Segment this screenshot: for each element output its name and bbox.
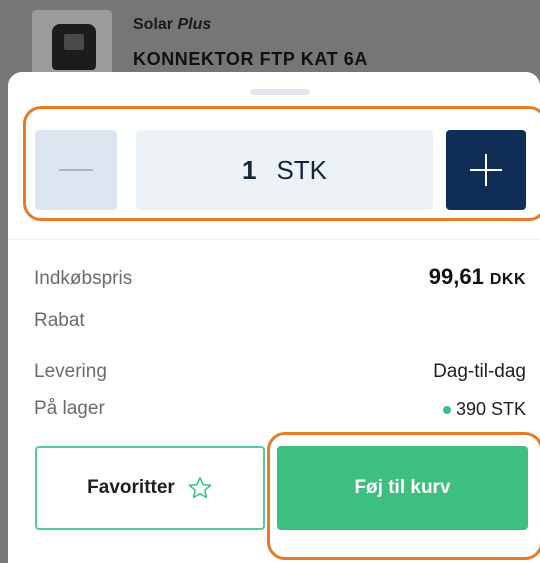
plus-icon (470, 154, 502, 186)
stock-status: 390 STK (442, 399, 526, 420)
brand-name: Solar (133, 16, 174, 33)
connector-image-icon (52, 24, 96, 70)
add-to-cart-label: Føj til kurv (354, 477, 451, 498)
purchase-price-currency: DKK (489, 271, 526, 288)
product-name: KONNEKTOR FTP KAT 6A (133, 49, 369, 69)
brand-suffix: Plus (177, 16, 212, 33)
quantity-unit: STK (276, 154, 328, 185)
product-image (32, 10, 112, 80)
stock-label: På lager (34, 398, 105, 419)
section-divider (8, 239, 540, 240)
star-icon (188, 476, 212, 499)
brand-label: Solar Plus (133, 16, 211, 34)
favorites-label: Favoritter (87, 477, 175, 498)
delivery-value: Dag-til-dag (433, 361, 526, 382)
in-stock-dot-icon (442, 405, 451, 414)
minus-icon (59, 169, 93, 171)
purchase-price-amount: 99,61 (428, 264, 484, 289)
discount-label: Rabat (34, 310, 85, 331)
quantity-display[interactable]: 1 STK (136, 130, 433, 210)
increase-quantity-button[interactable] (446, 130, 526, 210)
purchase-price-value: 99,61 DKK (429, 264, 526, 290)
favorites-button[interactable]: Favoritter (35, 446, 265, 530)
quantity-value: 1 (241, 154, 257, 185)
purchase-price-label: Indkøbspris (34, 268, 133, 289)
delivery-label: Levering (34, 361, 107, 382)
decrease-quantity-button[interactable] (35, 130, 117, 210)
stock-value: 390 STK (455, 399, 526, 419)
add-to-cart-button[interactable]: Føj til kurv (277, 446, 528, 530)
product-header-backdrop: Solar Plus KONNEKTOR FTP KAT 6A (0, 0, 540, 80)
add-to-cart-sheet: 1 STK Indkøbspris 99,61 DKK Rabat Leverin… (8, 72, 540, 563)
sheet-grabber-handle[interactable] (250, 89, 310, 95)
